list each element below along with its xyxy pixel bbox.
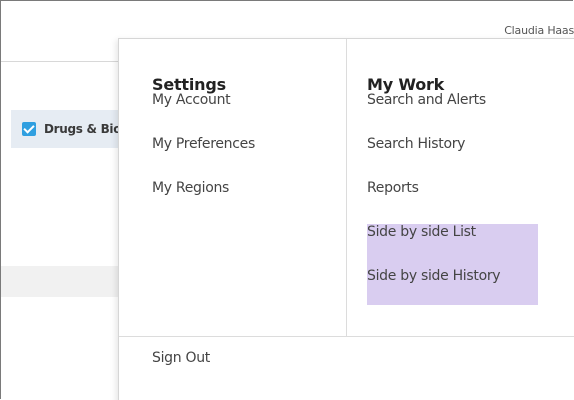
- user-menu-dropdown: Settings My Account My Preferences My Re…: [118, 38, 574, 400]
- checkbox-checked-icon[interactable]: [22, 122, 36, 136]
- filter-chip-label: Drugs & Bio: [44, 122, 122, 136]
- menu-item-search-and-alerts[interactable]: Search and Alerts: [353, 89, 525, 133]
- menu-item-my-preferences[interactable]: My Preferences: [152, 133, 255, 177]
- my-work-column: My Work Search and Alerts Search History…: [367, 75, 525, 309]
- app-frame: Claudia Haas Drugs & Bio Settings My Acc…: [0, 0, 574, 400]
- user-name[interactable]: Claudia Haas: [504, 24, 574, 37]
- settings-column: Settings My Account My Preferences My Re…: [152, 75, 255, 221]
- background-row-band: [1, 266, 131, 297]
- menu-item-side-by-side-list[interactable]: Side by side List: [353, 221, 525, 265]
- column-divider: [346, 39, 347, 336]
- menu-item-search-history[interactable]: Search History: [353, 133, 525, 177]
- menu-item-reports[interactable]: Reports: [353, 177, 525, 221]
- menu-item-side-by-side-history[interactable]: Side by side History: [353, 265, 525, 309]
- menu-item-my-account[interactable]: My Account: [152, 89, 255, 133]
- sign-out-button[interactable]: Sign Out: [152, 350, 210, 366]
- footer-divider: [119, 336, 574, 337]
- menu-item-my-regions[interactable]: My Regions: [152, 177, 255, 221]
